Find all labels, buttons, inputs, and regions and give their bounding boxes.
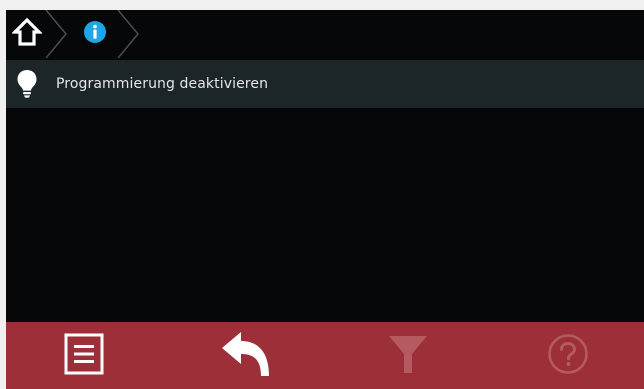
list-item-label: Programmierung deaktivieren <box>56 76 269 92</box>
back-button[interactable] <box>206 322 286 389</box>
filter-icon <box>388 333 428 379</box>
filter-button[interactable] <box>368 322 448 389</box>
home-icon <box>11 17 43 51</box>
device-screen: Programmierung deaktivieren <box>6 10 644 389</box>
lightbulb-icon <box>8 60 46 108</box>
breadcrumb-home[interactable] <box>6 10 48 58</box>
breadcrumb-separator <box>117 10 139 58</box>
breadcrumb-info[interactable] <box>72 10 118 58</box>
breadcrumb <box>6 10 644 58</box>
breadcrumb-separator <box>45 10 67 58</box>
help-button[interactable] <box>528 322 608 389</box>
info-icon <box>83 20 107 48</box>
menu-button[interactable] <box>44 322 124 389</box>
menu-list-icon <box>64 333 104 379</box>
back-arrow-icon <box>220 330 272 382</box>
bottom-toolbar <box>6 322 644 389</box>
help-icon <box>547 333 589 379</box>
list-item-programmierung-deaktivieren[interactable]: Programmierung deaktivieren <box>6 60 644 108</box>
